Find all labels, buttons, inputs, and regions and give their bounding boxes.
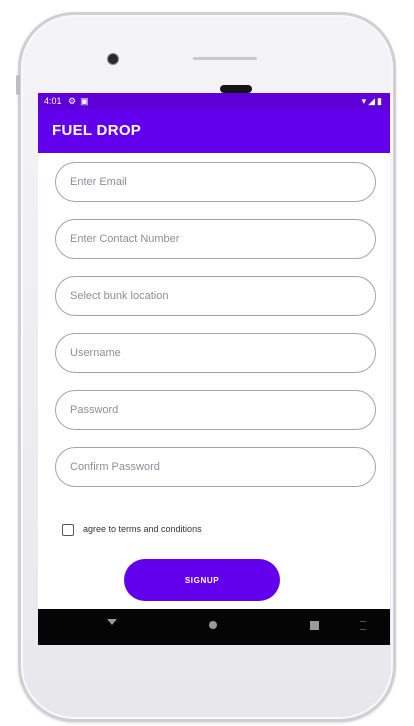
image-icon: ▣ [80,96,93,106]
username-field[interactable] [55,333,376,373]
power-button [16,75,20,95]
earpiece-speaker [220,85,252,93]
terms-label: agree to terms and conditions [83,524,202,534]
device-screen: 4:01 ⚙▣ ▾◢▮ FUEL DROP agree to terms and… [38,93,390,645]
app-title: FUEL DROP [52,122,142,139]
terms-checkbox[interactable] [62,524,74,536]
password-field[interactable] [55,390,376,430]
top-bezel-line [193,57,257,60]
confirm-password-field[interactable] [55,447,376,487]
battery-icon: ▮ [377,96,384,106]
contact-number-field[interactable] [55,219,376,259]
status-notification-icons: ⚙▣ [68,93,93,110]
status-system-icons: ▾◢▮ [362,93,384,110]
settings-icon: ⚙ [68,96,81,106]
back-icon[interactable] [107,619,117,625]
front-camera [107,53,119,65]
recents-icon[interactable] [310,621,319,630]
menu-icon[interactable] [360,621,366,630]
navigation-bar [38,609,390,645]
home-icon[interactable] [209,621,217,629]
signal-icon: ◢ [368,96,378,106]
email-field[interactable] [55,162,376,202]
bunk-location-field[interactable] [55,276,376,316]
signup-button[interactable]: SIGNUP [124,559,280,601]
status-bar: 4:01 ⚙▣ ▾◢▮ [38,93,390,110]
app-bar: FUEL DROP [38,110,390,153]
status-time: 4:01 [44,96,62,106]
